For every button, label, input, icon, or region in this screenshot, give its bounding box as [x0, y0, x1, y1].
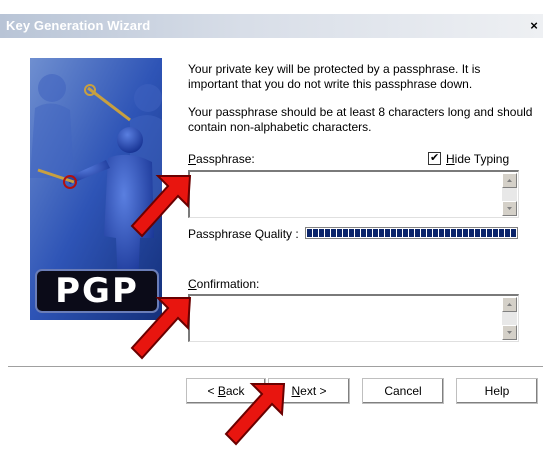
passphrase-quality-fill — [307, 229, 516, 237]
hide-typing-mnemonic: H — [446, 152, 455, 166]
hide-typing-label[interactable]: Hide Typing — [446, 152, 509, 166]
scroll-down-icon — [507, 207, 512, 210]
passphrase-quality-label: Passphrase Quality : — [188, 227, 299, 241]
scroll-down-button[interactable] — [502, 325, 517, 340]
passphrase-label-text: assphrase: — [196, 152, 255, 166]
help-button[interactable]: Help — [456, 378, 538, 404]
confirmation-label: Confirmation: — [188, 277, 259, 291]
passphrase-label: Passphrase: — [188, 152, 255, 166]
confirmation-label-mnemonic: C — [188, 277, 197, 291]
passphrase-label-mnemonic: P — [188, 152, 197, 166]
window-title: Key Generation Wizard — [6, 18, 151, 33]
check-mark-icon: ✔ — [430, 152, 440, 164]
annotation-arrow-next — [224, 383, 286, 446]
scroll-down-icon — [507, 331, 512, 334]
confirmation-scrollbar[interactable] — [502, 297, 517, 340]
annotation-arrow-passphrase — [130, 175, 192, 238]
key-generation-wizard-window: Key Generation Wizard × PGP Your private… — [0, 0, 543, 450]
scroll-up-button[interactable] — [502, 297, 517, 312]
intro-paragraph-2: Your passphrase should be at least 8 cha… — [188, 105, 533, 134]
next-button-mnemonic: N — [291, 384, 301, 398]
button-separator — [8, 366, 543, 370]
scroll-up-icon — [507, 303, 512, 306]
scroll-up-icon — [507, 179, 512, 182]
hide-typing-text: ide Typing — [454, 152, 510, 166]
passphrase-scrollbar[interactable] — [502, 173, 517, 216]
confirmation-label-text: onfirmation: — [196, 277, 260, 291]
cancel-button[interactable]: Cancel — [362, 378, 444, 404]
annotation-arrow-confirmation — [130, 297, 192, 360]
next-button-text: ext > — [300, 384, 327, 398]
close-button[interactable]: × — [527, 18, 541, 34]
passphrase-input[interactable] — [188, 170, 519, 218]
passphrase-quality-bar — [305, 227, 518, 239]
scroll-up-button[interactable] — [502, 173, 517, 188]
title-bar: Key Generation Wizard × — [0, 14, 543, 38]
back-button-prefix: < — [207, 384, 218, 398]
hide-typing-checkbox[interactable]: ✔ — [428, 152, 441, 165]
scroll-down-button[interactable] — [502, 201, 517, 216]
intro-paragraph-1: Your private key will be protected by a … — [188, 62, 481, 91]
confirmation-input[interactable] — [188, 294, 519, 342]
